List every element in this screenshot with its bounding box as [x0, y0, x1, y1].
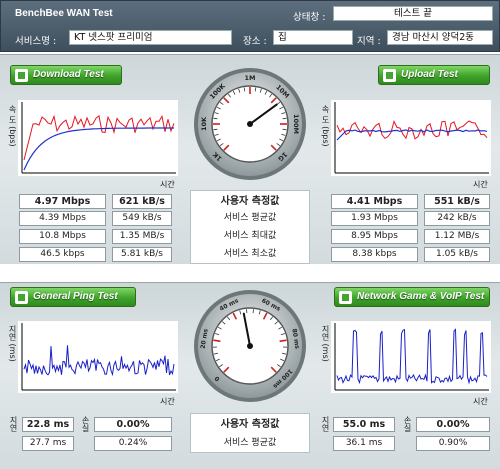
- section-divider: [0, 264, 500, 282]
- download-min-kbs: 5.81 kB/s: [112, 247, 172, 262]
- ping-xlabel: 시간: [160, 397, 175, 406]
- label-avg-value: 서비스 평균값: [223, 213, 277, 223]
- speed-gauge-hub: [247, 121, 253, 127]
- upload-ylabel: 속 도 (bps): [321, 105, 330, 147]
- download-test-button[interactable]: Download Test: [10, 65, 122, 85]
- service-label: 서비스명 :: [15, 36, 57, 47]
- download-min-mbps: 46.5 kbps: [19, 247, 106, 262]
- speed-test-section: Download Test Upload Test 속 도 (bps) 시간 속…: [0, 54, 500, 264]
- download-average-trace: [23, 127, 174, 171]
- ping-gauge-major-tick: [279, 339, 287, 343]
- download-xlabel: 시간: [160, 180, 175, 189]
- ping-loss-label: 손실: [81, 416, 90, 432]
- general-ping-test-label: General Ping Test: [33, 291, 118, 302]
- ping-icon: [15, 291, 28, 304]
- game-avg-delay: 36.1 ms: [333, 436, 395, 451]
- download-icon: [15, 69, 28, 82]
- place-label: 장소 :: [243, 36, 267, 47]
- download-graph: [18, 100, 178, 176]
- label-user-value: 사용자 측정값: [220, 196, 280, 207]
- status-label: 상태창 :: [293, 12, 326, 23]
- status-field: 테스트 끝: [333, 6, 493, 21]
- game-ylabel: 지연 (ms): [321, 325, 330, 362]
- ping-avg-loss: 0.24%: [94, 436, 172, 451]
- service-field[interactable]: KT 넷스팟 프리미엄: [69, 30, 232, 45]
- label-min-value: 서비스 최소값: [223, 249, 277, 259]
- label-max-value: 서비스 최대값: [223, 231, 277, 241]
- ping-user-delay: 22.8 ms: [22, 417, 74, 432]
- upload-user-mbps: 4.41 Mbps: [331, 194, 418, 209]
- upload-test-button[interactable]: Upload Test: [378, 65, 490, 85]
- upload-xlabel: 시간: [473, 180, 488, 189]
- download-test-label: Download Test: [33, 69, 104, 80]
- upload-icon: [383, 69, 396, 82]
- download-max-mbps: 10.8 Mbps: [19, 229, 106, 244]
- general-ping-test-button[interactable]: General Ping Test: [10, 287, 136, 307]
- ping-gauge-major-tick: [213, 339, 221, 343]
- label-ping-avg-value: 서비스 평균값: [223, 438, 277, 448]
- speed-gauge-tick-label: 10K: [200, 116, 208, 131]
- download-ylabel: 속 도 (bps): [8, 105, 17, 147]
- ping-avg-delay: 27.7 ms: [22, 436, 74, 451]
- game-delay-label: 지연: [321, 416, 330, 432]
- upload-average-trace: [336, 129, 488, 141]
- game-loss-label: 손실: [403, 416, 412, 432]
- game-delay-trace: [336, 328, 488, 385]
- ping-graph: [18, 321, 178, 393]
- region-field[interactable]: 경남 마산시 양덕2동: [387, 30, 493, 45]
- label-ping-user-value: 사용자 측정값: [220, 419, 280, 430]
- speed-gauge-tick-label: 100M: [292, 114, 300, 134]
- place-field[interactable]: 집: [273, 30, 353, 45]
- game-xlabel: 시간: [473, 397, 488, 406]
- upload-graph: [331, 100, 491, 176]
- ping-delay-trace: [23, 345, 175, 377]
- download-max-kbs: 1.35 MB/s: [112, 229, 172, 244]
- download-speed-trace: [23, 114, 175, 161]
- game-icon: [339, 291, 352, 304]
- app-title: BenchBee WAN Test: [15, 8, 113, 19]
- speed-gauge: 1K10K100K1M10M100M1G: [194, 68, 306, 180]
- ping-gauge: 020 ms40 ms 60 ms80 ms100 ms: [194, 290, 306, 402]
- speed-gauge-tick-label: 1M: [245, 74, 256, 82]
- upload-avg-mbps: 1.93 Mbps: [331, 211, 418, 226]
- game-voip-test-button[interactable]: Network Game & VoIP Test: [334, 287, 490, 307]
- upload-avg-kbs: 242 kB/s: [424, 211, 490, 226]
- upload-min-kbs: 1.05 kB/s: [424, 247, 490, 262]
- header-bar: BenchBee WAN Test 상태창 : 테스트 끝 서비스명 : KT …: [0, 0, 500, 52]
- upload-test-label: Upload Test: [401, 69, 458, 80]
- region-label: 지역 :: [357, 36, 381, 47]
- ping-delay-label: 지연: [9, 416, 18, 432]
- ping-ylabel: 지연 (ms): [8, 325, 17, 362]
- upload-max-kbs: 1.12 MB/s: [424, 229, 490, 244]
- download-avg-kbs: 549 kB/s: [112, 211, 172, 226]
- game-user-loss: 0.00%: [416, 417, 490, 432]
- download-user-kbs: 621 kB/s: [112, 194, 172, 209]
- upload-max-mbps: 8.95 Mbps: [331, 229, 418, 244]
- ping-gauge-hub: [247, 343, 253, 349]
- game-user-delay: 55.0 ms: [333, 417, 395, 432]
- ping-test-section: General Ping Test Network Game & VoIP Te…: [0, 282, 500, 469]
- download-avg-mbps: 4.39 Mbps: [19, 211, 106, 226]
- download-user-mbps: 4.97 Mbps: [19, 194, 106, 209]
- ping-user-loss: 0.00%: [94, 417, 172, 432]
- game-voip-test-label: Network Game & VoIP Test: [357, 291, 485, 302]
- upload-user-kbs: 551 kB/s: [424, 194, 490, 209]
- game-graph: [331, 321, 491, 393]
- upload-min-mbps: 8.38 kbps: [331, 247, 418, 262]
- game-avg-loss: 0.90%: [416, 436, 490, 451]
